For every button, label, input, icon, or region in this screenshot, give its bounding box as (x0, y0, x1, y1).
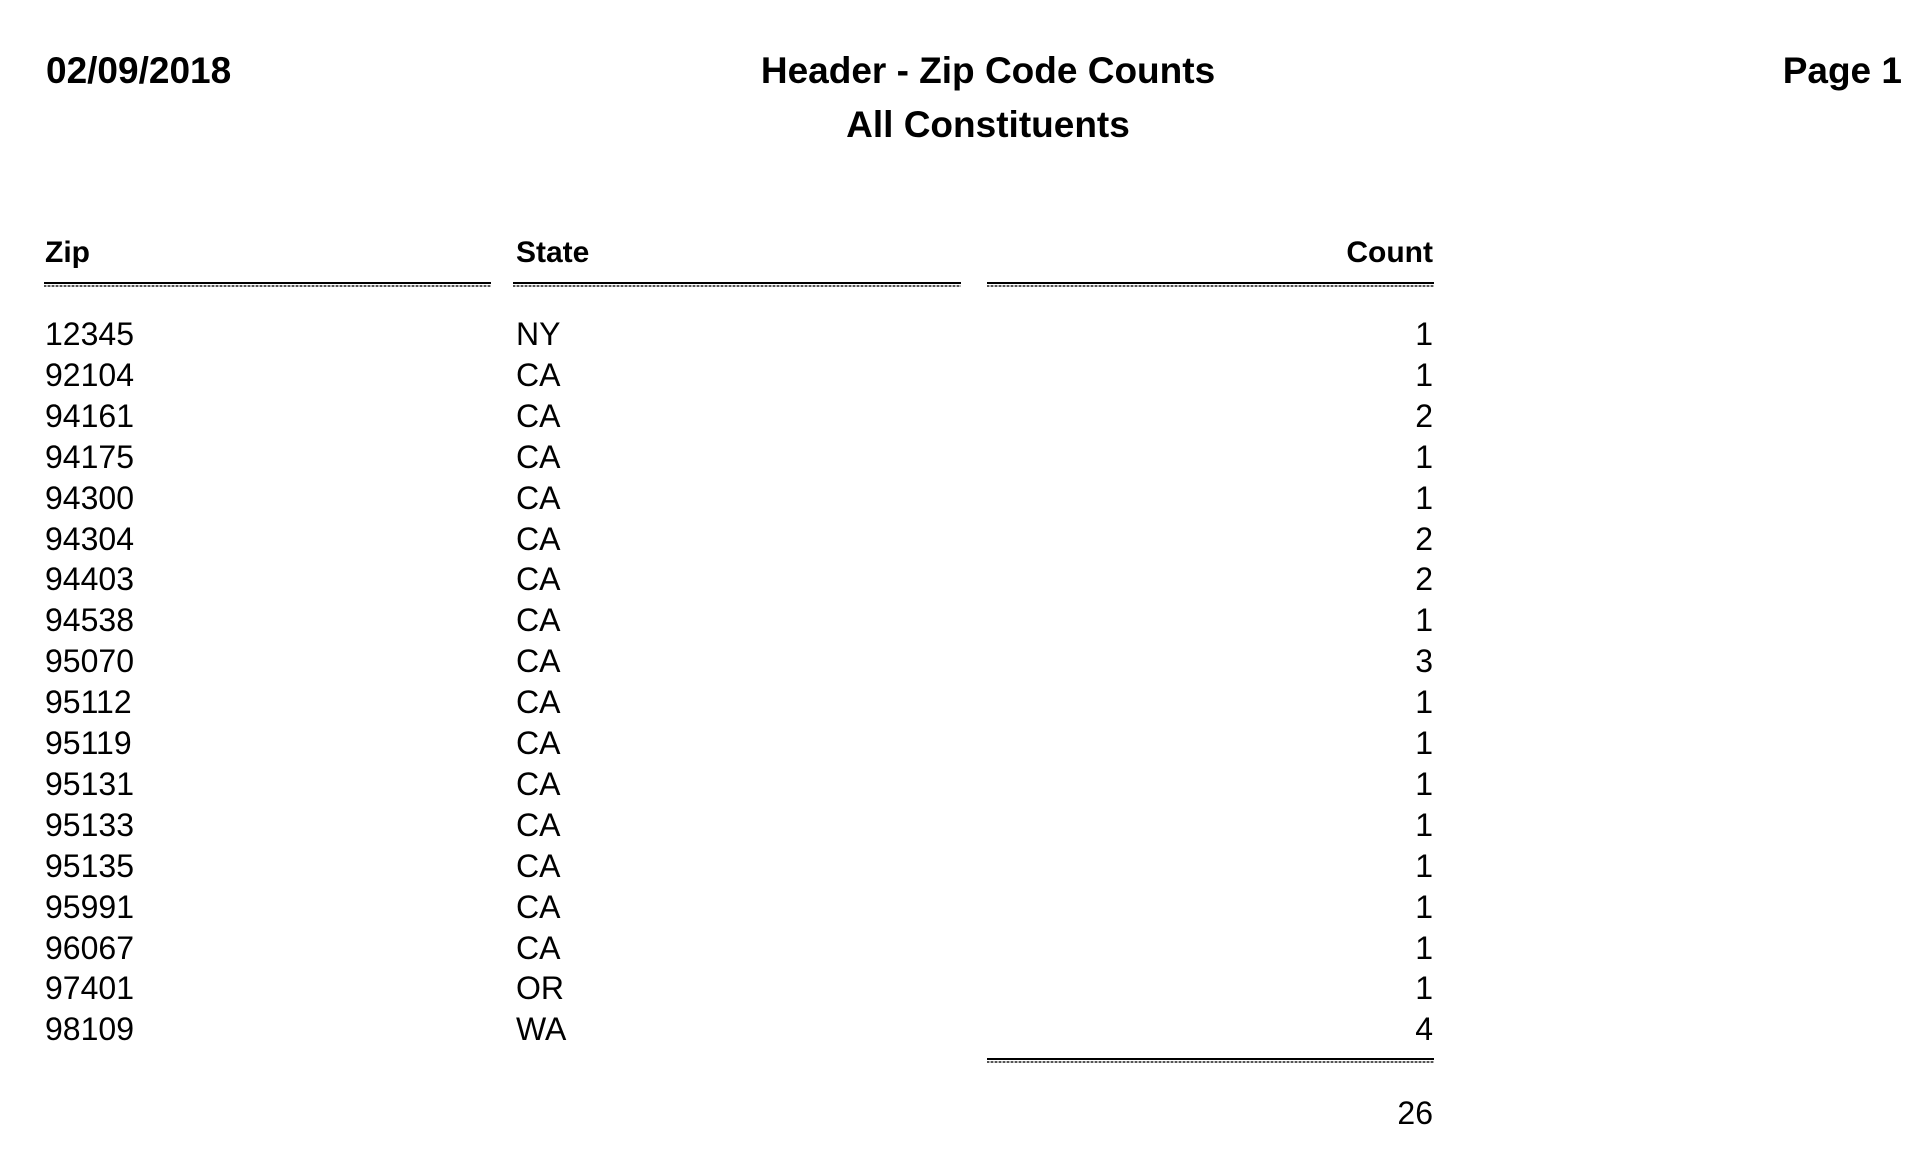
count-cell: 1 (1415, 889, 1433, 925)
count-cell: 1 (1415, 602, 1433, 638)
state-cell: CA (516, 398, 561, 434)
zip-cell: 92104 (45, 357, 134, 393)
state-cell: CA (516, 602, 561, 638)
state-cell: CA (516, 561, 561, 597)
state-cell: CA (516, 848, 561, 884)
zip-cell: 94403 (45, 561, 134, 597)
state-cell: CA (516, 766, 561, 802)
count-cell: 1 (1415, 807, 1433, 843)
zip-cell: 95119 (45, 725, 132, 761)
count-cell: 2 (1415, 398, 1433, 434)
state-cell: OR (516, 970, 564, 1006)
zip-cell: 95135 (45, 848, 134, 884)
column-header-zip: Zip (45, 236, 90, 269)
count-cell: 1 (1415, 725, 1433, 761)
count-cell: 1 (1415, 316, 1433, 352)
zip-cell: 94161 (45, 398, 134, 434)
zip-cell: 95070 (45, 643, 134, 679)
state-cell: CA (516, 725, 561, 761)
state-header-double-rule (513, 282, 961, 288)
zip-cell: 94538 (45, 602, 134, 638)
total-double-rule (987, 1058, 1434, 1064)
total-count: 26 (1397, 1095, 1433, 1131)
count-header-double-rule (987, 282, 1434, 288)
count-cell: 1 (1415, 848, 1433, 884)
count-cell: 2 (1415, 561, 1433, 597)
zip-cell: 94304 (45, 521, 134, 557)
state-cell: CA (516, 357, 561, 393)
page-number: Page 1 (1782, 50, 1902, 91)
zip-cell: 95133 (45, 807, 134, 843)
zip-cell: 96067 (45, 930, 134, 966)
state-cell: CA (516, 480, 561, 516)
column-header-state: State (516, 236, 590, 269)
count-cell: 1 (1415, 684, 1433, 720)
count-cell: 1 (1415, 766, 1433, 802)
report-subtitle: All Constituents (846, 104, 1130, 145)
state-cell: CA (516, 439, 561, 475)
state-cell: NY (516, 316, 561, 352)
count-cell: 1 (1415, 439, 1433, 475)
state-cell: CA (516, 807, 561, 843)
state-cell: CA (516, 930, 561, 966)
state-cell: CA (516, 684, 561, 720)
count-cell: 4 (1415, 1011, 1433, 1047)
zip-cell: 12345 (45, 316, 134, 352)
zip-cell: 94300 (45, 480, 134, 516)
zip-cell: 94175 (45, 439, 134, 475)
count-cell: 1 (1415, 480, 1433, 516)
state-cell: WA (516, 1011, 567, 1047)
count-cell: 3 (1415, 643, 1433, 679)
zip-cell: 98109 (45, 1011, 134, 1047)
zip-cell: 95991 (45, 889, 134, 925)
state-cell: CA (516, 889, 561, 925)
state-cell: CA (516, 643, 561, 679)
count-cell: 2 (1415, 521, 1433, 557)
column-header-count: Count (1346, 236, 1433, 269)
zip-cell: 95131 (45, 766, 134, 802)
zip-cell: 97401 (45, 970, 134, 1006)
count-cell: 1 (1415, 357, 1433, 393)
count-cell: 1 (1415, 930, 1433, 966)
zip-header-double-rule (44, 282, 491, 288)
count-cell: 1 (1415, 970, 1433, 1006)
state-cell: CA (516, 521, 561, 557)
zip-cell: 95112 (45, 684, 132, 720)
